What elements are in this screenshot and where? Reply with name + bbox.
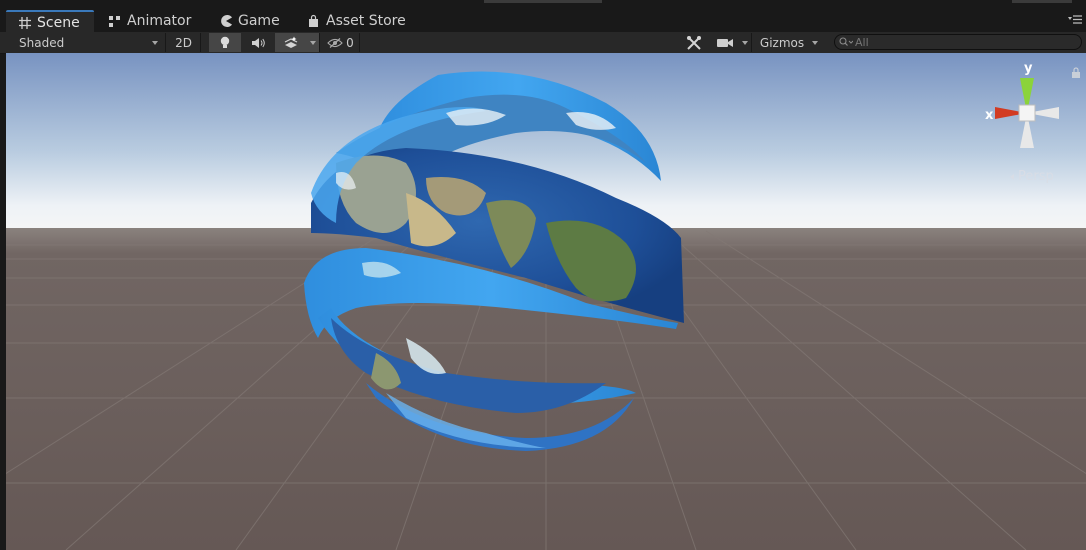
scene-toolbar: Shaded 2D 0 Gizmos All [0,32,1086,54]
scene-camera-button[interactable] [712,33,738,52]
gizmos-dropdown[interactable] [808,33,822,52]
orientation-gizmo[interactable]: x y [982,61,1072,163]
scene-audio-toggle[interactable] [241,33,274,52]
scene-render [6,53,1086,550]
effects-dropdown[interactable] [306,33,320,52]
shading-mode-label: Shaded [19,35,65,50]
top-toolbar-edge-right [1012,0,1072,3]
scene-lighting-toggle[interactable] [209,33,241,52]
tools-button[interactable] [680,33,708,52]
chevron-down-icon [742,40,748,45]
projection-label: Persp [1018,169,1054,184]
axis-cones-icon [995,78,1059,148]
axis-y-label: y [1024,61,1033,76]
scene-effects-toggle[interactable] [275,33,306,52]
projection-toggle[interactable]: Persp [1010,169,1054,184]
shading-mode-dropdown[interactable]: Shaded [10,33,166,52]
camera-icon [717,38,733,47]
pacman-icon [219,14,233,28]
camera-dropdown[interactable] [739,33,752,52]
chevron-down-icon [309,40,316,45]
gizmos-label: Gizmos [759,35,805,50]
tab-menu-icon[interactable] [1068,14,1082,24]
lock-icon[interactable] [1071,67,1081,79]
tab-label: Scene [37,15,80,31]
tab-label: Asset Store [326,12,406,29]
2d-mode-label: 2D [175,35,192,50]
tab-asset-store[interactable]: Asset Store [307,9,406,32]
tab-bar: Scene Animator Game Asset Store [0,0,1086,34]
chevron-down-icon [812,40,818,45]
scene-viewport[interactable]: x y Persp [6,53,1086,550]
tab-game[interactable]: Game [219,9,280,32]
chevron-down-icon [152,40,158,45]
axis-x-label: x [985,108,994,123]
chevron-left-icon [1010,173,1014,180]
tab-label: Game [238,12,280,29]
wrench-icon [687,35,701,50]
search-icon [839,37,853,46]
tab-scene[interactable]: Scene [6,10,94,34]
hash-icon [18,16,32,30]
unity-scene-window: Scene Animator Game Asset Store Shaded 2… [0,0,1086,550]
lightbulb-icon [220,36,230,48]
top-toolbar-edge [484,0,602,3]
search-box[interactable] [834,34,1082,50]
shopping-bag-icon [307,14,321,28]
tab-label: Animator [127,12,192,29]
animator-icon [108,14,122,28]
effects-icon [284,36,297,48]
speaker-icon [251,37,265,48]
eye-slash-icon [327,37,343,48]
2d-mode-button[interactable]: 2D [167,33,201,52]
hidden-count: 0 [346,35,354,50]
gizmos-button[interactable]: Gizmos [756,33,808,52]
tab-animator[interactable]: Animator [108,9,191,32]
hidden-objects-toggle[interactable]: 0 [322,33,360,52]
search-input[interactable] [855,35,1075,49]
